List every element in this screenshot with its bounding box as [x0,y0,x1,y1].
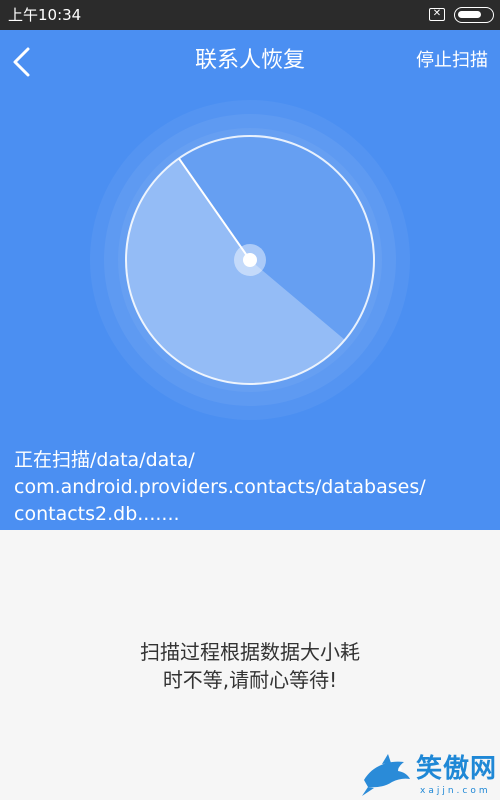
close-box-icon: ✕ [429,8,445,21]
battery-icon [454,7,494,23]
scan-panel: 联系人恢复 停止扫描 正在扫描/data/data/ com.android.p… [0,30,500,530]
radar-scan-icon [90,100,410,420]
scan-hint: 扫描过程根据数据大小耗 时不等,请耐心等待! [0,638,500,694]
scan-path: 正在扫描/data/data/ com.android.providers.co… [14,447,494,528]
watermark-brand: 笑傲网 [416,754,498,784]
page-title: 联系人恢复 [194,48,305,73]
watermark: 笑傲网 xajjn.com [360,752,500,800]
back-button[interactable] [8,45,38,79]
status-time: 上午10:34 [8,6,82,24]
battery-level [458,11,481,18]
stop-scan-button[interactable]: 停止扫描 [416,50,488,72]
scan-hint-line: 扫描过程根据数据大小耗 [140,640,360,664]
status-bar: 上午10:34 ✕ [0,0,500,30]
scan-path-line: com.android.providers.contacts/databases… [14,476,426,498]
scan-path-line: 正在扫描/data/data/ [14,449,195,471]
watermark-domain: xajjn.com [420,786,491,796]
scan-hint-line: 时不等,请耐心等待! [162,668,338,692]
scan-path-line: contacts2.db....... [14,503,180,525]
chevron-left-icon [13,47,30,77]
shark-logo-icon [362,754,410,796]
